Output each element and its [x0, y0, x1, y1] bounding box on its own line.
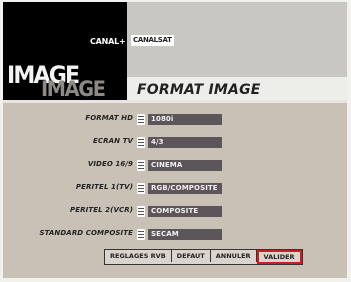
setting-label: PERITEL 1(TV)	[75, 183, 133, 191]
validate-button[interactable]: VALIDER	[256, 250, 302, 264]
canalsat-logo: CANALSAT	[131, 35, 174, 46]
setting-row-video-16-9[interactable]: VIDEO 16/9 CINEMA	[3, 159, 347, 173]
button-bar: REGLAGES RVB DEFAUT ANNULER VALIDER	[104, 249, 303, 265]
list-icon	[137, 206, 145, 217]
section-big-word-shadow: IMAGE	[41, 77, 106, 101]
setting-value-field[interactable]: 1080i	[148, 114, 222, 125]
setting-row-format-hd[interactable]: FORMAT HD 1080i	[3, 113, 347, 127]
setting-value-field[interactable]: 4/3	[148, 137, 222, 148]
list-icon	[137, 114, 145, 125]
setting-label: STANDARD COMPOSITE	[39, 229, 133, 237]
list-icon	[137, 137, 145, 148]
setting-value-field[interactable]: RGB/COMPOSITE	[148, 183, 222, 194]
setting-row-peritel-2[interactable]: PERITEL 2(VCR) COMPOSITE	[3, 205, 347, 219]
canal-plus-logo: CANAL+	[90, 37, 126, 46]
default-button[interactable]: DEFAUT	[171, 250, 211, 262]
list-icon	[137, 183, 145, 194]
cancel-button[interactable]: ANNULER	[210, 250, 257, 262]
list-icon	[137, 160, 145, 171]
list-icon	[137, 229, 145, 240]
tv-menu-screen: CANAL+ CANALSAT IMAGE IMAGE FORMAT IMAGE…	[3, 2, 347, 278]
setting-value-field[interactable]: COMPOSITE	[148, 206, 222, 217]
setting-value-field[interactable]: SECAM	[148, 229, 222, 240]
setting-label: PERITEL 2(VCR)	[70, 206, 133, 214]
setting-row-ecran-tv[interactable]: ECRAN TV 4/3	[3, 136, 347, 150]
setting-value-field[interactable]: CINEMA	[148, 160, 222, 171]
page-title: FORMAT IMAGE	[137, 82, 261, 98]
setting-label: FORMAT HD	[85, 114, 133, 122]
setting-label: ECRAN TV	[92, 137, 133, 145]
setting-row-standard-composite[interactable]: STANDARD COMPOSITE SECAM	[3, 228, 347, 242]
rgb-settings-button[interactable]: REGLAGES RVB	[105, 250, 172, 262]
setting-label: VIDEO 16/9	[87, 160, 133, 168]
setting-row-peritel-1[interactable]: PERITEL 1(TV) RGB/COMPOSITE	[3, 182, 347, 196]
